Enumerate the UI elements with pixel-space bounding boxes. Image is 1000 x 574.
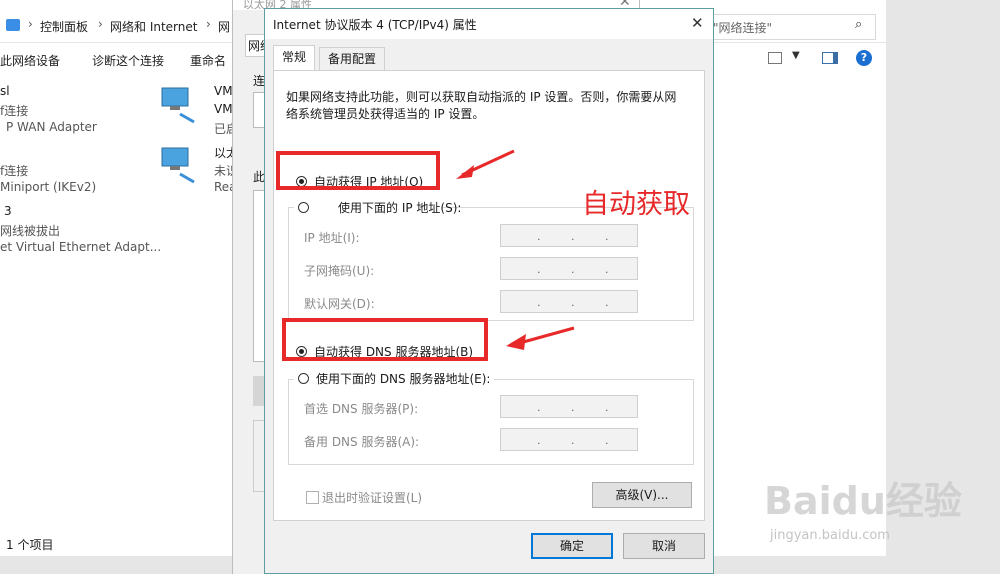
item-adapter: et Virtual Ethernet Adapt... [0,240,162,254]
preferred-dns-input[interactable]: ... [500,395,638,418]
help-icon[interactable]: ? [856,50,872,66]
ip-address-input[interactable]: ... [500,224,638,247]
view-options-icon[interactable] [768,52,782,64]
network-folder-icon [6,19,20,31]
manual-ip-legend: 使用下面的 IP 地址(S): [294,199,461,215]
alternate-dns-label: 备用 DNS 服务器(A): [304,435,420,449]
watermark-url: jingyan.baidu.com [770,528,890,543]
preferred-dns-label: 首选 DNS 服务器(P): [304,402,419,416]
manual-dns-radio[interactable] [298,373,309,384]
validate-label[interactable]: 退出时验证设置(L) [322,489,422,506]
tab-general[interactable]: 常规 [273,45,316,70]
breadcrumb-network-internet[interactable]: 网络和 Internet [110,18,197,35]
annotation-text: 自动获取 [582,189,690,220]
arrow-icon [456,149,515,179]
manual-dns-label[interactable]: 使用下面的 DNS 服务器地址(E): [316,372,490,386]
item-status: 网线被拔出 [0,224,61,238]
chevron-right-icon: › [28,17,33,31]
ipv4-properties-dialog: Internet 协议版本 4 (TCP/IPv4) 属性 ✕ 常规 备用配置 … [264,8,714,574]
manual-ip-label[interactable]: 使用下面的 IP 地址(S): [338,201,461,215]
item-name: 3 [4,204,12,218]
item-status: f连接 [0,164,29,178]
ok-button[interactable]: 确定 [531,533,613,559]
preview-pane-icon[interactable] [822,52,838,64]
dialog-title: Internet 协议版本 4 (TCP/IPv4) 属性 [273,18,477,32]
item-name: sl [0,84,10,98]
chevron-right-icon: › [98,17,103,31]
breadcrumb-network-connections[interactable]: 网 [218,18,230,35]
network-adapter-icon [160,86,196,124]
item-adapter: P WAN Adapter [6,120,97,134]
manual-ip-radio[interactable] [298,202,309,213]
gateway-label: 默认网关(D): [304,297,375,311]
cancel-button[interactable]: 取消 [623,533,705,559]
validate-checkbox[interactable] [306,491,319,504]
disable-device-command[interactable]: 此网络设备 [0,52,60,69]
search-input[interactable]: "网络连接" [713,19,772,36]
diagnose-command[interactable]: 诊断这个连接 [92,52,164,69]
ip-address-label: IP 地址(I): [304,231,360,245]
breadcrumb-control-panel[interactable]: 控制面板 [40,18,88,35]
network-adapter-icon [160,146,196,184]
highlight-box-auto-ip [276,151,440,190]
gateway-input[interactable]: ... [500,290,638,313]
subnet-mask-label: 子网掩码(U): [304,264,375,278]
watermark: Baidu经验 jingyan.baidu.com [764,470,994,550]
description-text: 如果网络支持此功能，则可以获取自动指派的 IP 设置。否则，你需要从网络系统管理… [286,90,677,121]
search-box[interactable]: "网络连接" ⌕ [706,14,876,40]
advanced-button[interactable]: 高级(V)... [592,482,692,508]
alternate-dns-input[interactable]: ... [500,428,638,451]
manual-dns-legend: 使用下面的 DNS 服务器地址(E): [294,370,495,386]
subnet-mask-input[interactable]: ... [500,257,638,280]
rename-command[interactable]: 重命名 [190,52,226,69]
item-count: 1 个项目 [6,538,54,552]
watermark-brand: Baidu经验 [764,479,962,523]
search-icon[interactable]: ⌕ [855,17,862,32]
arrow-icon [506,326,575,350]
item-status: f连接 [0,104,29,118]
chevron-down-icon[interactable]: ▼ [792,50,800,61]
tab-alternate-config[interactable]: 备用配置 [319,47,386,70]
general-panel: 如果网络支持此功能，则可以获取自动指派的 IP 设置。否则，你需要从网络系统管理… [273,70,705,521]
close-icon[interactable]: ✕ [691,14,704,32]
item-status: VM [214,102,233,116]
dialog-title-bar: Internet 协议版本 4 (TCP/IPv4) 属性 ✕ [265,9,713,39]
highlight-box-auto-dns [282,318,488,361]
item-adapter: Miniport (IKEv2) [0,180,97,194]
chevron-right-icon: › [206,17,211,31]
item-name: VM [214,84,233,98]
manual-dns-group [288,379,694,465]
